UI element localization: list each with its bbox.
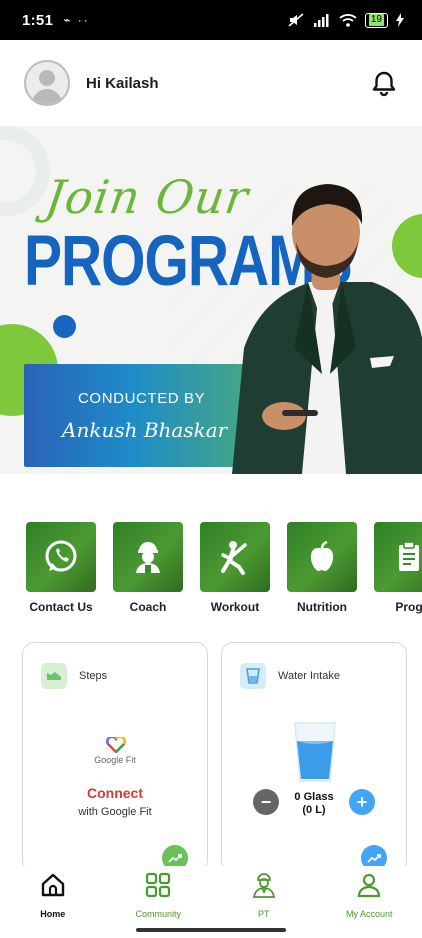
- greeting-text: Hi Kailash: [86, 74, 159, 92]
- quick-actions-row: Contact Us Coach Workout Nutrition Prog: [26, 522, 422, 618]
- nav-label: My Account: [345, 909, 393, 919]
- water-glass-icon: [294, 722, 336, 782]
- steps-card-title: Steps: [79, 670, 108, 682]
- programs-banner[interactable]: Join Our PROGRAMS CONDUCTED BY Ankush Bh…: [0, 126, 422, 474]
- whatsapp-icon: [26, 522, 96, 592]
- google-fit-label: Google Fit: [94, 755, 136, 765]
- conducted-by-label: CONDUCTED BY: [78, 390, 206, 407]
- water-card-title: Water Intake: [278, 670, 340, 682]
- status-left-indicators: ⌁ ··: [63, 13, 90, 27]
- steps-card[interactable]: Steps Google Fit Connect with Google Fit: [22, 642, 208, 872]
- nav-label: Home: [40, 909, 66, 919]
- glass-icon: [240, 663, 266, 689]
- decorative-ring: [0, 126, 50, 216]
- status-bar: 1:51 ⌁ ·· 19: [0, 0, 422, 40]
- bottom-navigation: Home Community PT My Account: [0, 866, 422, 922]
- nav-pt[interactable]: PT: [211, 866, 317, 922]
- signal-icon: [313, 14, 329, 27]
- quick-action-nutrition[interactable]: Nutrition: [287, 522, 357, 614]
- status-time: 1:51: [22, 11, 54, 29]
- quick-action-coach[interactable]: Coach: [113, 522, 183, 614]
- glass-count: 0 Glass (0 L): [222, 791, 406, 817]
- glass-count-value: 0 Glass: [294, 791, 334, 803]
- connect-google-fit-button[interactable]: Connect: [23, 785, 207, 801]
- quick-action-programs[interactable]: Prog: [374, 522, 422, 614]
- google-fit-logo-icon: [106, 737, 126, 753]
- mute-icon: [288, 13, 304, 27]
- personal-trainer-icon: [252, 873, 275, 898]
- quick-action-label: Nutrition: [297, 600, 347, 614]
- coach-photo: [232, 184, 422, 474]
- workout-icon: [200, 522, 270, 592]
- home-icon: [41, 873, 64, 897]
- shoe-icon: [41, 663, 67, 689]
- litres-value: (0 L): [302, 804, 326, 816]
- decrease-water-button[interactable]: −: [253, 789, 279, 815]
- nav-label: PT: [257, 909, 270, 919]
- user-avatar-icon[interactable]: [24, 60, 70, 106]
- app-header: Hi Kailash: [0, 40, 422, 126]
- apple-icon: [287, 522, 357, 592]
- nav-my-account[interactable]: My Account: [317, 866, 422, 922]
- decorative-blue-dot: [53, 315, 76, 338]
- steps-card-header: Steps: [41, 663, 107, 689]
- wifi-icon: [339, 14, 357, 27]
- account-icon: [358, 873, 381, 898]
- increase-water-button[interactable]: +: [349, 789, 375, 815]
- quick-action-label: Coach: [129, 600, 167, 614]
- community-icon: [146, 872, 171, 898]
- connect-subtitle: with Google Fit: [78, 806, 152, 818]
- coach-icon: [113, 522, 183, 592]
- conductor-name: Ankush Bhaskar: [62, 418, 228, 442]
- nav-label: Community: [135, 909, 181, 919]
- bell-icon[interactable]: [370, 69, 398, 97]
- quick-action-label: Workout: [210, 600, 260, 614]
- charging-icon: [396, 13, 404, 27]
- battery-indicator: 19: [364, 12, 388, 28]
- quick-action-label: Prog: [395, 600, 422, 614]
- clipboard-icon: [374, 522, 422, 592]
- gesture-home-bar[interactable]: [136, 928, 286, 932]
- water-card-header: Water Intake: [240, 663, 340, 689]
- quick-action-workout[interactable]: Workout: [200, 522, 270, 614]
- nav-home[interactable]: Home: [0, 866, 106, 922]
- nav-community[interactable]: Community: [106, 866, 212, 922]
- water-intake-card[interactable]: Water Intake 0 Glass (0 L) − +: [221, 642, 407, 872]
- quick-action-contact-us[interactable]: Contact Us: [26, 522, 96, 614]
- banner-script-headline: Join Our: [42, 170, 253, 224]
- status-right-icons: 19: [287, 12, 404, 28]
- quick-action-label: Contact Us: [29, 600, 93, 614]
